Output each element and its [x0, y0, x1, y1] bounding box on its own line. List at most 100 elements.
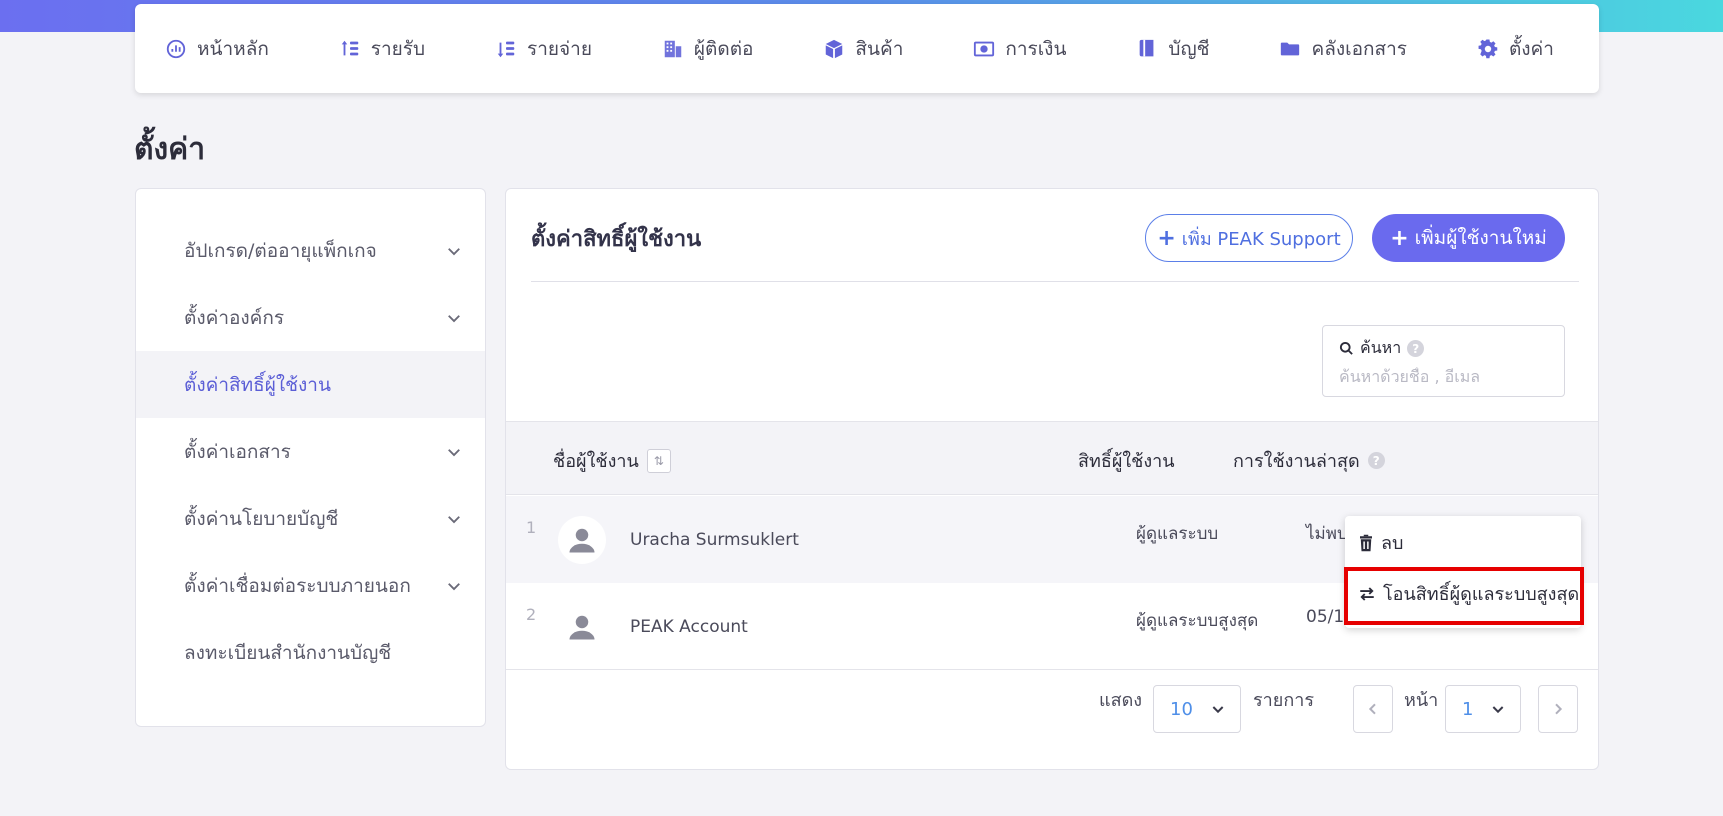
row-number: 2: [526, 605, 537, 624]
table-header: ชื่อผู้ใช้งาน ⇅ สิทธิ์ผู้ใช้งาน การใช้งา…: [506, 421, 1598, 495]
avatar: [558, 603, 606, 651]
sidebar-item-user-permissions[interactable]: ตั้งค่าสิทธิ์ผู้ใช้งาน: [136, 351, 485, 418]
row-number: 1: [526, 518, 537, 537]
sidebar-item-label: ตั้งค่าเชื่อมต่อระบบภายนอก: [184, 574, 411, 597]
search-label: ค้นหา: [1360, 338, 1402, 357]
pagination-items-label: รายการ: [1253, 690, 1314, 711]
nav-label: รายจ่าย: [527, 37, 592, 60]
expense-icon: [495, 38, 517, 60]
chevron-down-icon: [448, 314, 460, 322]
page-number-select[interactable]: 1: [1445, 685, 1521, 733]
add-peak-support-button[interactable]: + เพิ่ม PEAK Support: [1145, 214, 1353, 262]
page-size-select[interactable]: 10: [1153, 685, 1241, 733]
sidebar-item-label: ตั้งค่านโยบายบัญชี: [184, 507, 339, 530]
nav-item-home[interactable]: หน้าหลัก: [165, 34, 269, 64]
gear-icon: [1477, 38, 1499, 60]
current-page-value: 1: [1462, 698, 1474, 720]
sidebar-item-integrations[interactable]: ตั้งค่าเชื่อมต่อระบบภายนอก: [136, 552, 485, 619]
search-box: ค้นหา ?: [1322, 325, 1565, 397]
folder-icon: [1279, 38, 1301, 60]
sort-icon[interactable]: ⇅: [646, 448, 671, 473]
pagination-show-label: แสดง: [1099, 690, 1143, 711]
dashboard-icon: [165, 38, 187, 60]
nav-label: หน้าหลัก: [197, 37, 269, 60]
settings-sidebar: อัปเกรด/ต่ออายุแพ็กเกจ ตั้งค่าองค์กร ตั้…: [135, 188, 486, 727]
button-label: เพิ่มผู้ใช้งานใหม่: [1414, 227, 1547, 249]
nav-item-settings[interactable]: ตั้งค่า: [1477, 34, 1554, 64]
money-icon: [973, 38, 995, 60]
trash-icon: [1360, 534, 1372, 551]
header-last-used: การใช้งานล่าสุด ?: [1233, 446, 1385, 475]
header-name: ชื่อผู้ใช้งาน ⇅: [553, 446, 671, 475]
header-last-used-label: การใช้งานล่าสุด: [1233, 451, 1360, 472]
sidebar-item-upgrade[interactable]: อัปเกรด/ต่ออายุแพ็กเกจ: [136, 217, 485, 284]
box-icon: [823, 38, 845, 60]
user-permissions-panel: ตั้งค่าสิทธิ์ผู้ใช้งาน + เพิ่ม PEAK Supp…: [505, 188, 1599, 770]
page-title: ตั้งค่า: [134, 132, 206, 167]
chevron-down-icon: [448, 247, 460, 255]
chevron-down-icon: [1492, 706, 1504, 714]
delete-menu-item[interactable]: ลบ: [1357, 528, 1403, 557]
nav-label: รายรับ: [370, 37, 426, 60]
add-user-button[interactable]: + เพิ่มผู้ใช้งานใหม่: [1372, 214, 1565, 262]
user-name: Uracha Surmsuklert: [630, 530, 799, 550]
building-icon: [662, 38, 684, 60]
nav-item-expense[interactable]: รายจ่าย: [495, 34, 592, 64]
nav-item-products[interactable]: สินค้า: [823, 34, 903, 64]
header-role-label: สิทธิ์ผู้ใช้งาน: [1078, 451, 1175, 472]
page-size-value: 10: [1170, 698, 1193, 720]
user-name: PEAK Account: [630, 617, 748, 637]
search-icon: [1339, 341, 1353, 355]
pagination-page-label: หน้า: [1404, 690, 1439, 711]
help-icon[interactable]: ?: [1407, 340, 1425, 357]
user-last-used: ไม่พบ: [1306, 524, 1348, 544]
sidebar-item-label: ตั้งค่าสิทธิ์ผู้ใช้งาน: [184, 373, 331, 396]
header-role: สิทธิ์ผู้ใช้งาน: [1078, 446, 1175, 475]
nav-label: ตั้งค่า: [1508, 37, 1554, 60]
user-role: ผู้ดูแลระบบ: [1136, 524, 1219, 544]
nav-item-accounting[interactable]: บัญชี: [1136, 34, 1210, 64]
next-page-button[interactable]: [1538, 685, 1578, 733]
header-name-label: ชื่อผู้ใช้งาน: [553, 451, 639, 472]
highlight-box: [1344, 567, 1584, 625]
panel-title: ตั้งค่าสิทธิ์ผู้ใช้งาน: [531, 227, 702, 252]
user-icon: [569, 615, 595, 640]
sidebar-item-organization[interactable]: ตั้งค่าองค์กร: [136, 284, 485, 351]
plus-icon: +: [1390, 225, 1409, 251]
main-nav: หน้าหลัก รายรับ รายจ่าย ผู้ติดต่อ สินค้า…: [135, 4, 1599, 93]
sidebar-item-label: ตั้งค่าเอกสาร: [184, 440, 291, 463]
search-input[interactable]: [1339, 367, 1548, 386]
sidebar-item-accounting-policy[interactable]: ตั้งค่านโยบายบัญชี: [136, 485, 485, 552]
chevron-right-icon: [1555, 703, 1563, 715]
sidebar-item-label: ตั้งค่าองค์กร: [184, 306, 285, 329]
user-last-used: 05/1: [1306, 607, 1345, 627]
nav-item-finance[interactable]: การเงิน: [973, 34, 1066, 64]
chevron-down-icon: [448, 582, 460, 590]
prev-page-button[interactable]: [1353, 685, 1393, 733]
nav-label: สินค้า: [855, 37, 904, 60]
user-icon: [569, 528, 595, 553]
sidebar-item-label: ลงทะเบียนสำนักงานบัญชี: [184, 641, 392, 664]
search-label-row: ค้นหา ?: [1339, 336, 1548, 361]
book-icon: [1136, 38, 1158, 60]
button-label: เพิ่ม PEAK Support: [1181, 228, 1341, 250]
nav-label: ผู้ติดต่อ: [693, 37, 754, 60]
sidebar-item-label: อัปเกรด/ต่ออายุแพ็กเกจ: [184, 239, 377, 262]
chevron-left-icon: [1368, 703, 1376, 715]
chevron-down-icon: [448, 515, 460, 523]
chevron-down-icon: [1212, 706, 1224, 714]
avatar: [558, 516, 606, 564]
menu-label: ลบ: [1381, 533, 1404, 554]
help-icon[interactable]: ?: [1367, 452, 1385, 469]
sidebar-item-documents[interactable]: ตั้งค่าเอกสาร: [136, 418, 485, 485]
income-icon: [339, 38, 361, 60]
divider: [531, 281, 1579, 282]
nav-label: คลังเอกสาร: [1311, 37, 1407, 60]
nav-item-documents[interactable]: คลังเอกสาร: [1279, 34, 1407, 64]
sidebar-item-register-firm[interactable]: ลงทะเบียนสำนักงานบัญชี: [136, 619, 485, 686]
user-role: ผู้ดูแลระบบสูงสุด: [1136, 611, 1259, 631]
nav-item-income[interactable]: รายรับ: [339, 34, 425, 64]
chevron-down-icon: [448, 448, 460, 456]
nav-label: การเงิน: [1005, 37, 1067, 60]
nav-item-contacts[interactable]: ผู้ติดต่อ: [662, 34, 754, 64]
